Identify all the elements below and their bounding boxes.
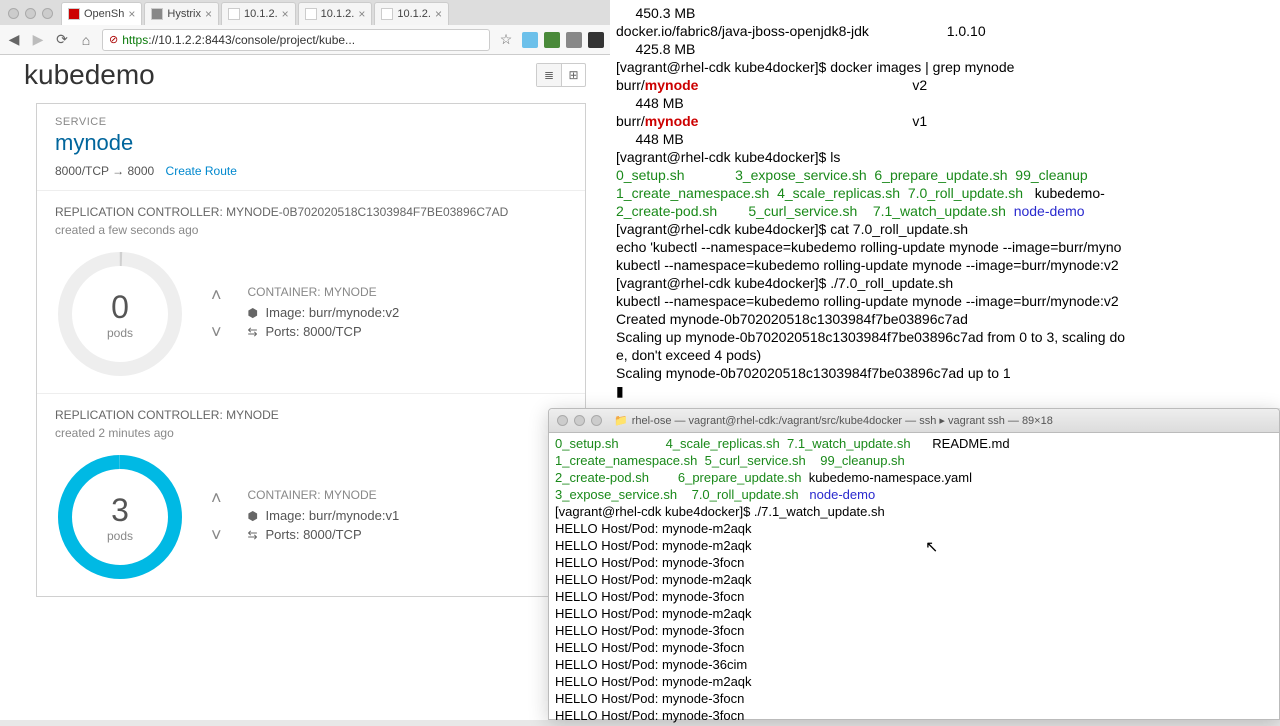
container-ports: Ports: 8000/TCP: [266, 324, 362, 339]
zoom-icon[interactable]: [591, 415, 602, 426]
ssl-error-icon: ⊘: [109, 33, 118, 46]
terminal-bottom[interactable]: 0_setup.sh 4_scale_replicas.sh 7.1_watch…: [549, 433, 1279, 726]
terminal-titlebar[interactable]: 📁 rhel-ose — vagrant@rhel-cdk:/vagrant/s…: [549, 409, 1279, 433]
folder-icon: 📁: [614, 414, 628, 427]
ports-icon: ⇆: [248, 528, 266, 542]
project-title: kubedemo: [24, 59, 155, 91]
ext-icon[interactable]: [566, 32, 582, 48]
star-icon[interactable]: ☆: [498, 32, 514, 48]
openshift-console: kubedemo ≣⊞ SERVICE mynode 8000/TCP → 80…: [0, 55, 610, 720]
rc-age: created a few seconds ago: [55, 223, 567, 237]
ports-icon: ⇆: [248, 325, 266, 339]
address-bar[interactable]: ⊘ https://10.1.2.2:8443/console/project/…: [102, 29, 490, 51]
container-image: Image: burr/mynode:v1: [266, 508, 400, 523]
home-icon[interactable]: ⌂: [78, 32, 94, 48]
url-rest: ://10.1.2.2:8443/console/project/kube...: [148, 33, 355, 47]
rc-age: created 2 minutes ago: [55, 426, 567, 440]
browser-tab[interactable]: 10.1.2. ×: [374, 2, 449, 25]
rc-title: REPLICATION CONTROLLER: MYNODE-0B7020205…: [55, 205, 567, 219]
scale-down-icon[interactable]: ˅: [211, 525, 222, 546]
close-icon[interactable]: [557, 415, 568, 426]
scale-up-icon[interactable]: ˄: [211, 285, 222, 306]
tab-label: OpenSh: [84, 8, 124, 20]
url-scheme: https: [122, 33, 148, 47]
pod-label: pods: [107, 326, 133, 340]
close-tab-icon[interactable]: ×: [128, 7, 135, 21]
terminal-top[interactable]: 450.3 MBdocker.io/fabric8/java-jboss-ope…: [610, 0, 1280, 408]
ext-icon[interactable]: [522, 32, 538, 48]
service-label: SERVICE: [55, 116, 567, 128]
forward-icon[interactable]: ▶: [30, 32, 46, 48]
pods-donut: 3pods: [55, 452, 185, 582]
scale-down-icon[interactable]: ˅: [211, 322, 222, 343]
route-ports: 8000/TCP → 8000: [55, 164, 154, 178]
pod-count: 0: [111, 289, 129, 326]
ext-icon[interactable]: [544, 32, 560, 48]
close-tab-icon[interactable]: ×: [358, 7, 365, 21]
pod-label: pods: [107, 529, 133, 543]
list-view-icon[interactable]: ≣: [537, 64, 561, 86]
replication-controller: REPLICATION CONTROLLER: MYNODE-0B7020205…: [37, 190, 585, 393]
tab-label: Hystrix: [167, 8, 201, 20]
image-icon: ⬢: [248, 306, 266, 320]
minimize-icon[interactable]: [574, 415, 585, 426]
topology-view-icon[interactable]: ⊞: [561, 64, 585, 86]
view-toggle[interactable]: ≣⊞: [536, 63, 586, 87]
rc-title: REPLICATION CONTROLLER: MYNODE: [55, 408, 567, 422]
tab-label: 10.1.2.: [321, 8, 355, 20]
browser-tab[interactable]: Hystrix ×: [144, 2, 219, 25]
container-ports: Ports: 8000/TCP: [266, 527, 362, 542]
browser-toolbar: ◀ ▶ ⟳ ⌂ ⊘ https://10.1.2.2:8443/console/…: [0, 25, 610, 55]
service-name[interactable]: mynode: [55, 130, 567, 156]
close-tab-icon[interactable]: ×: [205, 7, 212, 21]
create-route-link[interactable]: Create Route: [166, 164, 237, 178]
scale-up-icon[interactable]: ˄: [211, 488, 222, 509]
mouse-cursor: ↖: [925, 537, 938, 557]
close-tab-icon[interactable]: ×: [282, 7, 289, 21]
back-icon[interactable]: ◀: [6, 32, 22, 48]
service-card: SERVICE mynode 8000/TCP → 8000 Create Ro…: [36, 103, 586, 597]
reload-icon[interactable]: ⟳: [54, 32, 70, 48]
container-image: Image: burr/mynode:v2: [266, 305, 400, 320]
window-controls[interactable]: [0, 2, 61, 25]
browser-tabbar: OpenSh×Hystrix×10.1.2.×10.1.2.×10.1.2.×: [0, 0, 610, 25]
pods-donut: 0pods: [55, 249, 185, 379]
container-label: CONTAINER: MYNODE: [248, 488, 400, 502]
extension-icons: [522, 32, 604, 48]
image-icon: ⬢: [248, 509, 266, 523]
terminal-bottom-window: 📁 rhel-ose — vagrant@rhel-cdk:/vagrant/s…: [548, 408, 1280, 720]
terminal-title: rhel-ose — vagrant@rhel-cdk:/vagrant/src…: [632, 414, 1053, 427]
browser-tab[interactable]: 10.1.2.×: [298, 2, 373, 25]
replication-controller: REPLICATION CONTROLLER: MYNODE created 2…: [37, 393, 585, 596]
ext-icon[interactable]: [588, 32, 604, 48]
tab-label: 10.1.2.: [397, 8, 431, 20]
browser-tab[interactable]: 10.1.2. ×: [221, 2, 296, 25]
close-tab-icon[interactable]: ×: [435, 7, 442, 21]
container-label: CONTAINER: MYNODE: [248, 285, 400, 299]
browser-tab[interactable]: OpenSh ×: [61, 2, 142, 25]
tab-label: 10.1.2.: [244, 8, 278, 20]
pod-count: 3: [111, 492, 129, 529]
